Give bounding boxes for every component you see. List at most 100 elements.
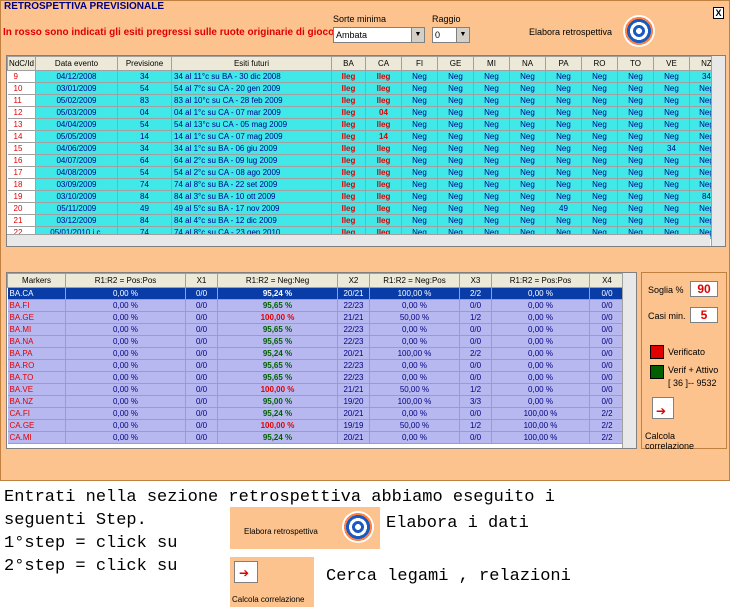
column-header[interactable]: TO bbox=[617, 56, 654, 71]
table-row[interactable]: BA.RO 0,00 % 0/0 95,65 % 22/23 0,00 % 0/0 0,00 … bbox=[7, 359, 625, 372]
table-cell: 0/0 bbox=[185, 287, 218, 300]
column-header[interactable]: NA bbox=[509, 56, 546, 71]
verif-attivo-label: Verif + Attivo bbox=[668, 365, 719, 375]
calcola-label: Calcola correlazione bbox=[645, 431, 695, 451]
column-header[interactable]: X2 bbox=[337, 273, 370, 288]
table-row[interactable]: 12 05/03/2009 04 04 al 1°c su CA - 07 mar 2… bbox=[7, 106, 724, 119]
table-cell: 84 bbox=[117, 214, 172, 227]
table-row[interactable]: BA.NA 0,00 % 0/0 95,65 % 22/23 0,00 % 0/0 0,00 … bbox=[7, 335, 625, 348]
column-header[interactable]: Data evento bbox=[35, 56, 118, 71]
column-header[interactable]: FI bbox=[401, 56, 438, 71]
table-cell: 100,00 % bbox=[217, 419, 338, 432]
table-row[interactable]: 20 05/11/2009 49 49 al 5°c su BA - 17 nov 2… bbox=[7, 202, 724, 215]
column-header[interactable]: Esiti futuri bbox=[171, 56, 332, 71]
table-row[interactable]: BA.PA 0,00 % 0/0 95,24 % 20/21 100,00 % 2/2 0,0… bbox=[7, 347, 625, 360]
raggio-select[interactable]: 0 ▼ bbox=[432, 27, 470, 43]
chevron-down-icon[interactable]: ▼ bbox=[456, 28, 469, 42]
column-header[interactable]: MI bbox=[473, 56, 510, 71]
table-row[interactable]: BA.VE 0,00 % 0/0 100,00 % 21/21 50,00 % 1/2 0,0… bbox=[7, 383, 625, 396]
table-cell: 0/0 bbox=[459, 335, 492, 348]
markers-grid[interactable]: Markers R1:R2 = Pos:Pos X1 R1:R2 = Neg:Neg X… bbox=[6, 272, 637, 449]
table-row[interactable]: 11 05/02/2009 83 83 al 10°c su CA - 28 feb … bbox=[7, 94, 724, 107]
chevron-down-icon[interactable]: ▼ bbox=[411, 28, 424, 42]
table-row[interactable]: 13 04/04/2009 54 54 al 13°c su CA - 05 mag … bbox=[7, 118, 724, 131]
close-button[interactable]: X bbox=[713, 7, 724, 19]
table-cell: 0/0 bbox=[185, 419, 218, 432]
table-row[interactable]: BA.CA 0,00 % 0/0 95,24 % 20/21 100,00 % 2/2 0,0… bbox=[7, 287, 625, 300]
table-cell: Neg bbox=[581, 166, 618, 179]
table-cell: Neg bbox=[545, 166, 582, 179]
raggio-label: Raggio bbox=[432, 14, 461, 24]
table-cell: 0/0 bbox=[185, 347, 218, 360]
table-row[interactable]: BA.MI 0,00 % 0/0 95,65 % 22/23 0,00 % 0/0 0,00 … bbox=[7, 323, 625, 336]
table-cell: Ileg bbox=[331, 70, 366, 83]
column-header[interactable]: GE bbox=[437, 56, 474, 71]
sorte-select[interactable]: Ambata ▼ bbox=[333, 27, 425, 43]
table-cell: Neg bbox=[509, 178, 546, 191]
table-row[interactable]: 21 03/12/2009 84 84 al 4°c su BA - 12 dic 2… bbox=[7, 214, 724, 227]
table-cell: 0,00 % bbox=[65, 383, 186, 396]
table-cell: 0,00 % bbox=[491, 371, 590, 384]
column-header[interactable]: X4 bbox=[589, 273, 625, 288]
table-row[interactable]: 16 04/07/2009 64 64 al 2°c su BA - 09 lug 2… bbox=[7, 154, 724, 167]
table-row[interactable]: BA.NZ 0,00 % 0/0 95,00 % 19/20 100,00 % 3/3 0,0… bbox=[7, 395, 625, 408]
table-cell: Neg bbox=[401, 166, 438, 179]
column-header[interactable]: NdC/Id bbox=[7, 56, 36, 71]
table-cell: Neg bbox=[437, 70, 474, 83]
target-icon[interactable] bbox=[623, 15, 655, 47]
vertical-scrollbar[interactable] bbox=[622, 273, 636, 448]
column-header[interactable]: R1:R2 = Pos:Pos bbox=[491, 273, 590, 288]
table-row[interactable]: 19 03/10/2009 84 84 al 3°c su BA - 10 ott 2… bbox=[7, 190, 724, 203]
column-header[interactable]: R1:R2 = Pos:Pos bbox=[65, 273, 186, 288]
table-cell: 0,00 % bbox=[369, 407, 460, 420]
table-row[interactable]: CA.GE 0,00 % 0/0 100,00 % 19/19 50,00 % 1/2 100… bbox=[7, 419, 625, 432]
table-cell: 2/2 bbox=[459, 287, 492, 300]
soglia-input[interactable]: 90 bbox=[690, 281, 718, 297]
table-row[interactable]: 14 05/05/2009 14 14 al 1°c su CA - 07 mag 2… bbox=[7, 130, 724, 143]
table-cell: 0/0 bbox=[185, 371, 218, 384]
horizontal-scrollbar[interactable] bbox=[7, 234, 710, 246]
table-cell: Neg bbox=[401, 154, 438, 167]
table-cell: 0,00 % bbox=[65, 335, 186, 348]
table-cell: 34 bbox=[653, 142, 690, 155]
table-row[interactable]: CA.MI 0,00 % 0/0 95,24 % 20/21 0,00 % 0/0 100,0… bbox=[7, 431, 625, 444]
table-cell: 50,00 % bbox=[369, 419, 460, 432]
column-header[interactable]: X1 bbox=[185, 273, 218, 288]
column-header[interactable]: CA bbox=[365, 56, 402, 71]
table-row[interactable]: 10 03/01/2009 54 54 al 7°c su CA - 20 gen 2… bbox=[7, 82, 724, 95]
table-row[interactable]: CA.FI 0,00 % 0/0 95,24 % 20/21 0,00 % 0/0 100,0… bbox=[7, 407, 625, 420]
column-header[interactable]: RO bbox=[581, 56, 618, 71]
table-cell: Neg bbox=[617, 142, 654, 155]
table-cell: 9 bbox=[7, 70, 36, 83]
table-row[interactable]: 18 03/09/2009 74 74 al 8°c su BA - 22 set 2… bbox=[7, 178, 724, 191]
table-cell: 95,65 % bbox=[217, 335, 338, 348]
table-row[interactable]: BA.GE 0,00 % 0/0 100,00 % 21/21 50,00 % 1/2 0,0… bbox=[7, 311, 625, 324]
table-cell: Neg bbox=[545, 178, 582, 191]
table-cell: Ileg bbox=[365, 190, 402, 203]
column-header[interactable]: BA bbox=[331, 56, 366, 71]
table-row[interactable]: 9 04/12/2008 34 34 al 11°c su BA - 30 dic 2… bbox=[7, 70, 724, 83]
previsioni-grid[interactable]: NdC/Id Data evento Previsione Esiti futuri B… bbox=[6, 55, 726, 247]
table-row[interactable]: 15 04/06/2009 34 34 al 1°c su BA - 06 giu 2… bbox=[7, 142, 724, 155]
casi-input[interactable]: 5 bbox=[690, 307, 718, 323]
table-cell: Neg bbox=[437, 178, 474, 191]
column-header[interactable]: R1:R2 = Neg:Neg bbox=[217, 273, 338, 288]
column-header[interactable]: VE bbox=[653, 56, 690, 71]
table-cell: BA.RO bbox=[7, 359, 66, 372]
table-cell: Neg bbox=[437, 94, 474, 107]
vertical-scrollbar[interactable] bbox=[711, 56, 725, 246]
table-cell: 34 bbox=[117, 142, 172, 155]
table-row[interactable]: BA.FI 0,00 % 0/0 95,65 % 22/23 0,00 % 0/0 0,00 … bbox=[7, 299, 625, 312]
table-cell: 64 al 2°c su BA - 09 lug 2009 bbox=[171, 154, 332, 167]
table-row[interactable]: 17 04/08/2009 54 54 al 2°c su CA - 08 ago 2… bbox=[7, 166, 724, 179]
calcola-button[interactable]: ➔ bbox=[652, 397, 674, 419]
column-header[interactable]: PA bbox=[545, 56, 582, 71]
column-header[interactable]: X3 bbox=[459, 273, 492, 288]
column-header[interactable]: Markers bbox=[7, 273, 66, 288]
table-row[interactable]: BA.TO 0,00 % 0/0 95,65 % 22/23 0,00 % 0/0 0,00 … bbox=[7, 371, 625, 384]
column-header[interactable]: R1:R2 = Neg:Pos bbox=[369, 273, 460, 288]
table-cell: 21/21 bbox=[337, 383, 370, 396]
table-cell: Neg bbox=[653, 178, 690, 191]
table-cell: 49 bbox=[117, 202, 172, 215]
column-header[interactable]: Previsione bbox=[117, 56, 172, 71]
